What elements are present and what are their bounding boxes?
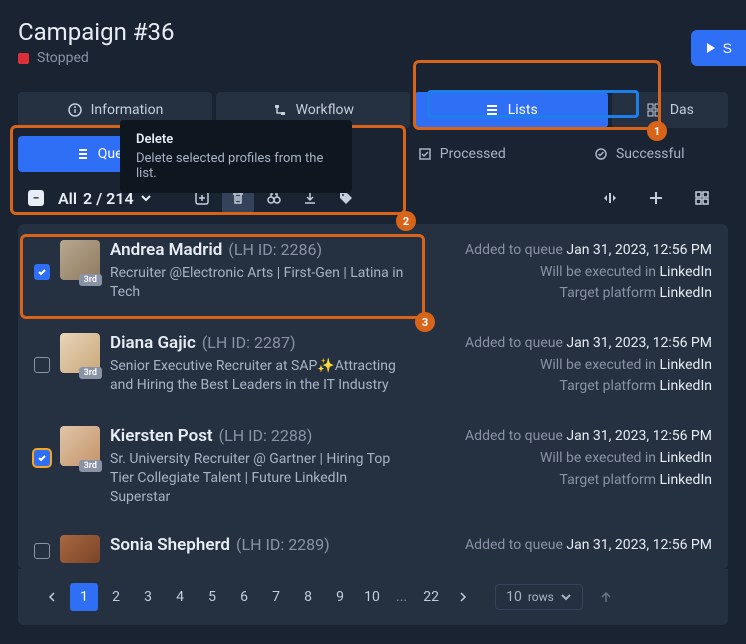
lists-icon — [484, 102, 500, 118]
page-button[interactable]: 22 — [417, 583, 445, 611]
play-icon — [705, 42, 717, 54]
lh-id: (LH ID: 2287) — [202, 333, 296, 352]
processed-icon — [418, 147, 432, 161]
page-button[interactable]: 6 — [230, 583, 258, 611]
row-checkbox[interactable] — [34, 543, 50, 559]
sub-tabs: Queue Processing Processed Successful — [0, 136, 746, 172]
page-button[interactable]: 4 — [166, 583, 194, 611]
tab-lists[interactable]: Lists — [414, 92, 608, 128]
status-label: Stopped — [37, 50, 89, 66]
top-action-button[interactable]: S — [691, 30, 746, 66]
scroll-top-button[interactable] — [599, 590, 613, 604]
prev-page-button[interactable] — [38, 583, 66, 611]
profile-name: Andrea Madrid — [110, 240, 222, 260]
successful-icon — [594, 147, 608, 161]
subtab-processed[interactable]: Processed — [373, 136, 551, 172]
profile-name: Diana Gajic — [110, 333, 196, 353]
columns-button[interactable] — [594, 182, 626, 214]
page-button[interactable]: 2 — [102, 583, 130, 611]
tooltip-body: Delete selected profiles from the list. — [136, 151, 336, 181]
annotation-marker-3: 3 — [415, 312, 435, 332]
list-item[interactable]: 3rd Kiersten Post (LH ID: 2288) Sr. Unive… — [18, 412, 728, 521]
lh-id: (LH ID: 2288) — [219, 426, 313, 445]
degree-badge: 3rd — [79, 367, 102, 379]
profile-name: Kiersten Post — [110, 426, 213, 446]
page-button[interactable]: 9 — [326, 583, 354, 611]
annotation-marker-2: 2 — [396, 211, 416, 231]
chevron-down-icon — [140, 192, 152, 204]
annotation-marker-1: 1 — [647, 121, 667, 141]
profile-name: Sonia Shepherd — [110, 535, 230, 555]
page-title: Campaign #36 — [18, 18, 728, 46]
status-indicator — [18, 53, 29, 64]
grid-view-button[interactable] — [686, 182, 718, 214]
row-checkbox[interactable] — [34, 264, 50, 280]
profile-bio: Recruiter @Electronic Arts | First-Gen |… — [110, 264, 410, 302]
workflow-icon — [272, 102, 288, 118]
page-button[interactable]: 7 — [262, 583, 290, 611]
main-tabs: Information Workflow Lists Das — [0, 92, 746, 128]
row-checkbox[interactable] — [34, 357, 50, 373]
row-meta: Added to queue Jan 31, 2023, 12:56 PM Wi… — [457, 426, 712, 507]
list-item[interactable]: Sonia Shepherd (LH ID: 2289) Added to que… — [18, 521, 728, 567]
rows-per-page-select[interactable]: 10 rows — [495, 584, 583, 610]
page-ellipsis: ... — [390, 589, 413, 605]
row-meta: Added to queue Jan 31, 2023, 12:56 PM — [457, 535, 712, 563]
page-button[interactable]: 10 — [358, 583, 386, 611]
select-all-checkbox[interactable]: − — [28, 190, 44, 206]
pagination: 1 2 3 4 5 6 7 8 9 10 ... 22 10 rows — [18, 569, 728, 625]
lh-id: (LH ID: 2286) — [228, 240, 322, 259]
list-item[interactable]: 3rd Andrea Madrid (LH ID: 2286) Recruiter… — [18, 226, 728, 319]
degree-badge: 3rd — [79, 274, 102, 286]
tooltip-title: Delete — [136, 132, 336, 147]
next-page-button[interactable] — [449, 583, 477, 611]
page-button[interactable]: 1 — [70, 583, 98, 611]
avatar: 3rd — [60, 240, 100, 280]
delete-tooltip: Delete Delete selected profiles from the… — [120, 120, 352, 193]
tab-dashboard[interactable]: Das — [612, 92, 728, 128]
profile-bio: Sr. University Recruiter @ Gartner | Hir… — [110, 450, 410, 507]
chevron-down-icon — [560, 591, 572, 603]
page-button[interactable]: 3 — [134, 583, 162, 611]
avatar: 3rd — [60, 426, 100, 466]
add-button[interactable] — [640, 182, 672, 214]
row-checkbox[interactable] — [34, 450, 50, 466]
dashboard-icon — [646, 102, 662, 118]
avatar — [60, 535, 100, 563]
profile-bio: Senior Executive Recruiter at SAP✨Attrac… — [110, 357, 410, 395]
row-meta: Added to queue Jan 31, 2023, 12:56 PM Wi… — [457, 240, 712, 305]
lh-id: (LH ID: 2289) — [236, 535, 330, 554]
degree-badge: 3rd — [79, 460, 102, 472]
list-item[interactable]: 3rd Diana Gajic (LH ID: 2287) Senior Exec… — [18, 319, 728, 412]
page-button[interactable]: 8 — [294, 583, 322, 611]
list-toolbar: − All 2 / 214 — [0, 172, 746, 224]
avatar: 3rd — [60, 333, 100, 373]
page-button[interactable]: 5 — [198, 583, 226, 611]
queue-icon — [76, 147, 90, 161]
subtab-successful[interactable]: Successful — [551, 136, 729, 172]
row-meta: Added to queue Jan 31, 2023, 12:56 PM Wi… — [457, 333, 712, 398]
info-icon — [67, 102, 83, 118]
